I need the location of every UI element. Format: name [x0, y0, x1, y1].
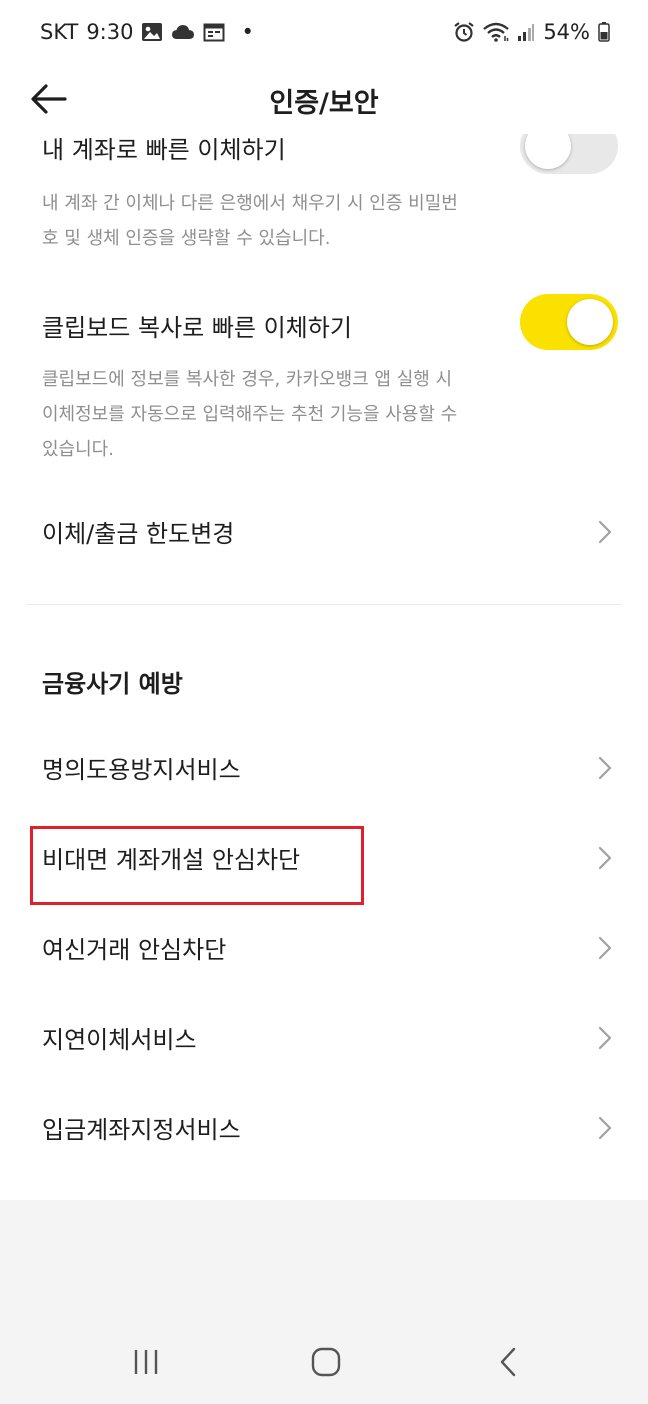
chevron-right-icon — [598, 520, 612, 544]
page-title: 인증/보안 — [269, 88, 379, 119]
transfer-limit-change-item[interactable]: 이체/출금 한도변경 — [0, 492, 648, 572]
signal-icon — [517, 22, 535, 42]
system-nav-bar — [0, 1200, 648, 1404]
wifi-icon — [483, 22, 510, 42]
chevron-right-icon — [598, 1026, 612, 1050]
credit-transaction-block-item[interactable]: 여신거래 안심차단 — [0, 908, 648, 988]
designated-deposit-account-item[interactable]: 입금계좌지정서비스 — [0, 1088, 648, 1168]
toggle-knob — [525, 134, 571, 169]
menu-item-label: 입금계좌지정서비스 — [42, 1116, 241, 1144]
menu-item-label: 이체/출금 한도변경 — [42, 520, 235, 548]
alarm-icon — [453, 21, 475, 43]
home-icon — [311, 1347, 341, 1377]
identity-theft-prevention-item[interactable]: 명의도용방지서비스 — [0, 728, 648, 808]
recent-apps-icon — [134, 1350, 158, 1374]
delayed-transfer-service-item[interactable]: 지연이체서비스 — [0, 998, 648, 1078]
chevron-right-icon — [598, 1116, 612, 1140]
app-header: 인증/보안 — [0, 64, 648, 134]
status-bar: SKT 9:30 • 54% — [0, 0, 648, 64]
status-dot: • — [241, 20, 254, 44]
home-button[interactable] — [304, 1340, 348, 1384]
quick-transfer-own-account-toggle[interactable] — [520, 134, 618, 174]
menu-item-label: 명의도용방지서비스 — [42, 756, 241, 784]
clipboard-transfer-title: 클립보드 복사로 빠른 이체하기 — [42, 314, 352, 342]
gallery-icon — [141, 22, 163, 42]
clipboard-transfer-toggle[interactable] — [520, 294, 618, 350]
quick-transfer-own-account-description: 내 계좌 간 이체나 다른 은행에서 채우기 시 인증 비밀번호 및 생체 인증… — [42, 193, 458, 249]
highlight-box — [30, 826, 364, 905]
toggle-knob — [567, 299, 613, 345]
menu-item-label: 지연이체서비스 — [42, 1026, 197, 1054]
calendar-icon — [203, 22, 225, 42]
status-left: SKT 9:30 • — [40, 18, 254, 46]
system-back-button[interactable] — [486, 1340, 530, 1384]
section-divider — [26, 604, 622, 605]
back-icon — [500, 1347, 516, 1377]
chevron-right-icon — [598, 846, 612, 870]
battery-icon — [598, 22, 610, 42]
recent-apps-button[interactable] — [124, 1340, 168, 1384]
status-right: 54% — [453, 18, 610, 46]
chevron-right-icon — [598, 936, 612, 960]
fraud-prevention-section-title: 금융사기 예방 — [42, 670, 183, 698]
settings-content[interactable]: 내 계좌로 빠른 이체하기 내 계좌 간 이체나 다른 은행에서 채우기 시 인… — [0, 134, 648, 1200]
chevron-right-icon — [598, 756, 612, 780]
status-time: 9:30 — [86, 20, 134, 44]
quick-transfer-own-account-title: 내 계좌로 빠른 이체하기 — [42, 136, 286, 164]
carrier-label: SKT — [40, 20, 79, 44]
menu-item-label: 여신거래 안심차단 — [42, 936, 227, 964]
cloud-icon — [171, 24, 195, 40]
clipboard-transfer-description: 클립보드에 정보를 복사한 경우, 카카오뱅크 앱 실행 시 이체정보를 자동으… — [42, 369, 458, 460]
battery-percent: 54% — [543, 20, 590, 44]
